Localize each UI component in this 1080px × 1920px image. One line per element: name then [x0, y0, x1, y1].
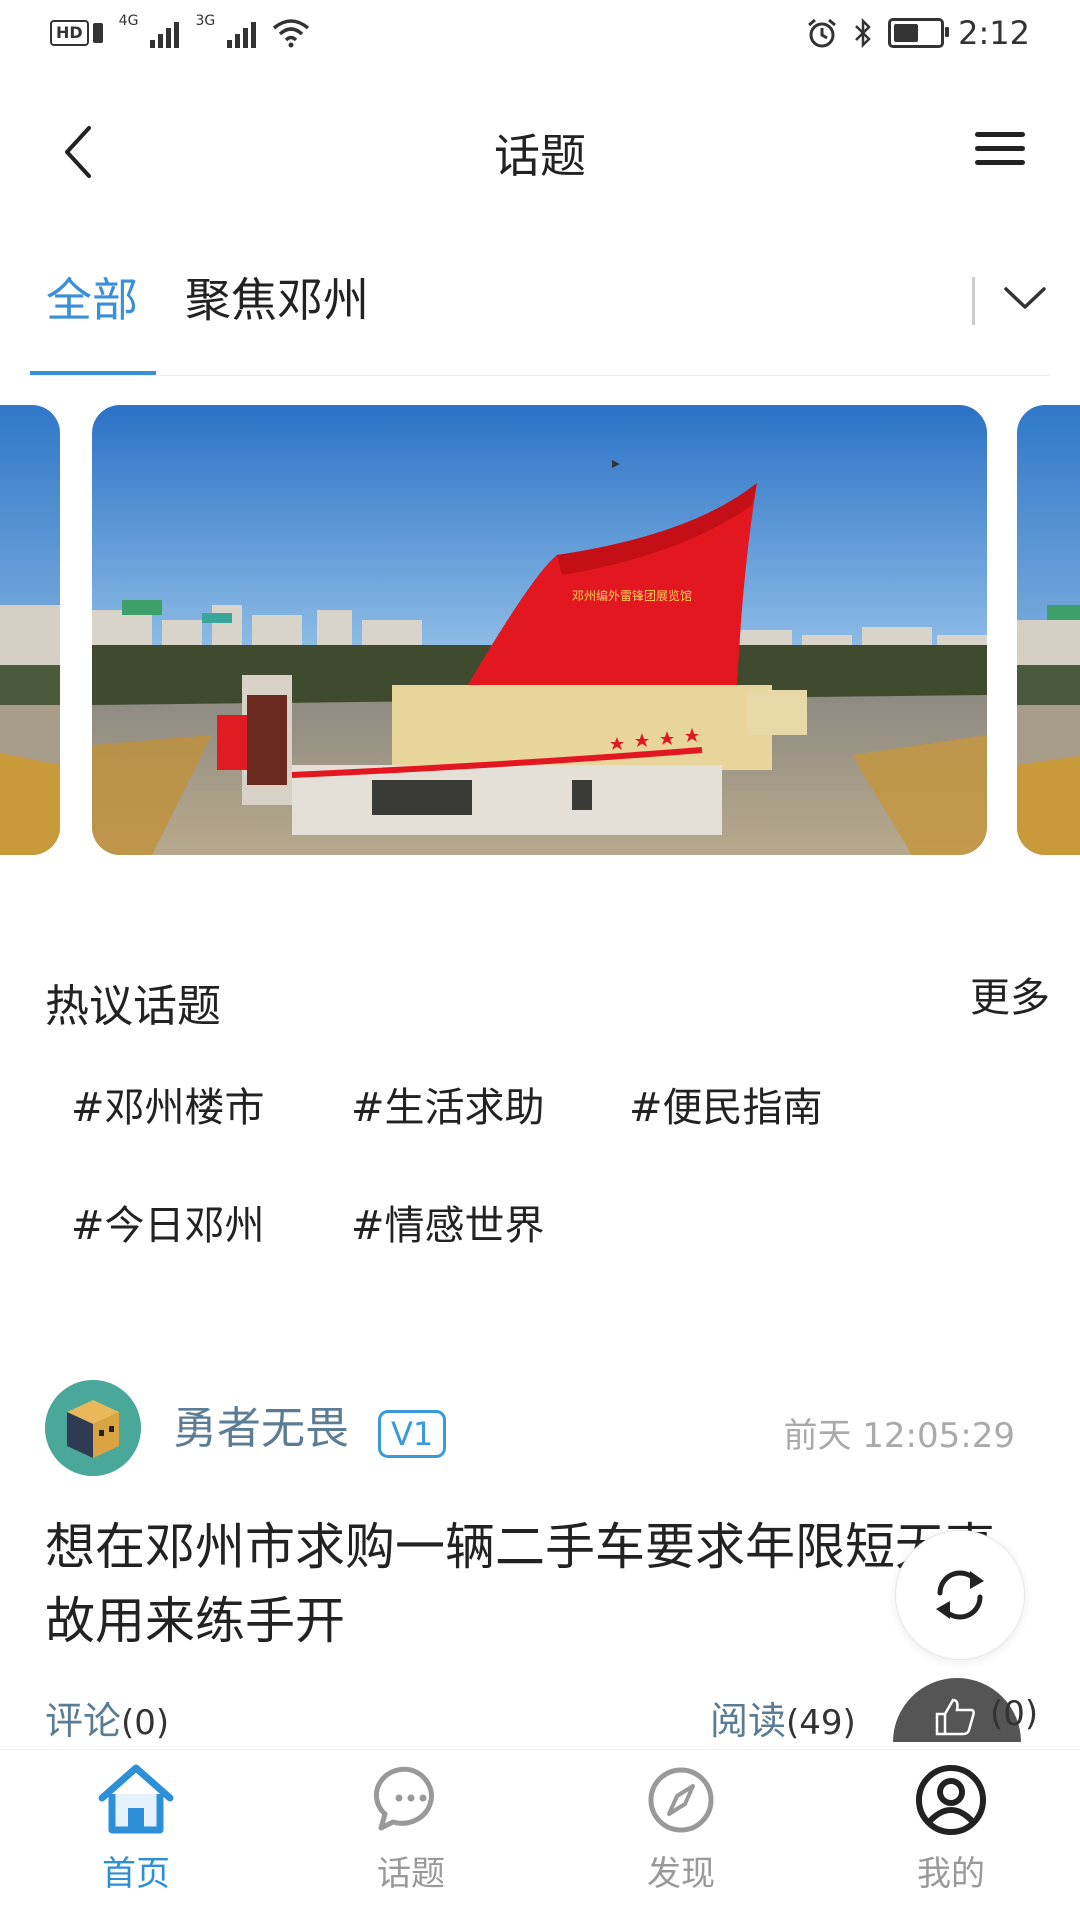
comment-label: 评论	[45, 1699, 122, 1743]
nav-home[interactable]: 首页	[56, 1760, 216, 1895]
sim-icon	[92, 23, 103, 43]
network-label-1: 4G	[118, 13, 139, 29]
topic-tag[interactable]: #情感世界	[325, 1188, 571, 1264]
hot-topics-title: 热议话题	[45, 981, 221, 1032]
tab-all[interactable]: 全部	[46, 265, 138, 365]
carousel-slide-active[interactable]: 邓州编外雷锋团展览馆	[92, 405, 987, 855]
post-stats: 评论(0) 阅读(49) (0)	[45, 1678, 1039, 1750]
menu-icon[interactable]	[975, 132, 1025, 172]
compass-icon	[648, 1767, 714, 1833]
tabs-divider	[30, 375, 1050, 376]
cube-avatar-icon	[45, 1380, 141, 1476]
hd-badge: HD	[50, 20, 103, 46]
read-label: 阅读	[710, 1699, 787, 1743]
nav-profile[interactable]: 我的	[871, 1760, 1031, 1895]
chat-icon	[373, 1766, 434, 1831]
profile-icon	[916, 1765, 986, 1835]
wifi-icon	[273, 19, 310, 48]
read-count: (49)	[786, 1703, 856, 1743]
svg-text:邓州编外雷锋团展览馆: 邓州编外雷锋团展览馆	[572, 588, 692, 603]
like-count: (0)	[990, 1694, 1039, 1734]
bluetooth-icon	[855, 17, 871, 49]
author-name[interactable]: 勇者无畏	[173, 1392, 349, 1456]
post-timestamp: 前天 12:05:29	[783, 1416, 1015, 1456]
hot-topics-header: 热议话题 更多	[45, 970, 1050, 1032]
topic-tag[interactable]: #生活求助	[325, 1070, 571, 1146]
page-title: 话题	[494, 129, 586, 183]
bottom-navigation: 首页 话题 发现 我的	[0, 1749, 1080, 1920]
home-icon	[98, 1764, 174, 1834]
clock: 2:12	[958, 14, 1030, 52]
refresh-button[interactable]	[895, 1530, 1025, 1660]
post-title[interactable]: 想在邓州市求购一辆二手车要求年限短无事故用来练手开	[45, 1510, 1025, 1658]
topic-tag[interactable]: #便民指南	[603, 1070, 849, 1146]
status-bar: HD 4G 3G 2:12	[0, 0, 1080, 80]
app-header: 话题	[0, 80, 1080, 220]
banner-carousel[interactable]: 邓州编外雷锋团展览馆	[0, 405, 1080, 857]
nav-discover[interactable]: 发现	[601, 1760, 761, 1895]
museum-photo: 邓州编外雷锋团展览馆	[92, 405, 987, 855]
alarm-icon	[808, 18, 837, 48]
read-stat: 阅读(49)	[710, 1690, 856, 1745]
refresh-icon	[936, 1570, 984, 1620]
comment-count: (0)	[121, 1703, 170, 1743]
battery-icon	[888, 18, 950, 48]
network-label-2: 3G	[195, 13, 216, 29]
chevron-down-icon[interactable]	[1000, 273, 1050, 323]
tab-focus-dengzhou[interactable]: 聚焦邓州	[185, 265, 369, 365]
topic-tag[interactable]: #邓州楼市	[45, 1070, 291, 1146]
level-badge: V1	[378, 1410, 447, 1458]
avatar[interactable]	[45, 1380, 141, 1476]
signal-icon-1	[150, 18, 180, 48]
carousel-slide-prev[interactable]	[0, 405, 60, 855]
carousel-slide-next[interactable]	[1017, 405, 1080, 855]
topic-tag[interactable]: #今日邓州	[45, 1188, 291, 1264]
tab-separator	[972, 277, 975, 325]
nav-topics[interactable]: 话题	[331, 1760, 491, 1895]
comment-stat[interactable]: 评论(0)	[45, 1690, 169, 1745]
more-link[interactable]: 更多	[970, 965, 1050, 1023]
category-tabs: 全部 聚焦邓州	[30, 265, 1050, 376]
signal-icon-2	[227, 18, 257, 48]
thumbs-up-icon[interactable]	[933, 1696, 977, 1736]
